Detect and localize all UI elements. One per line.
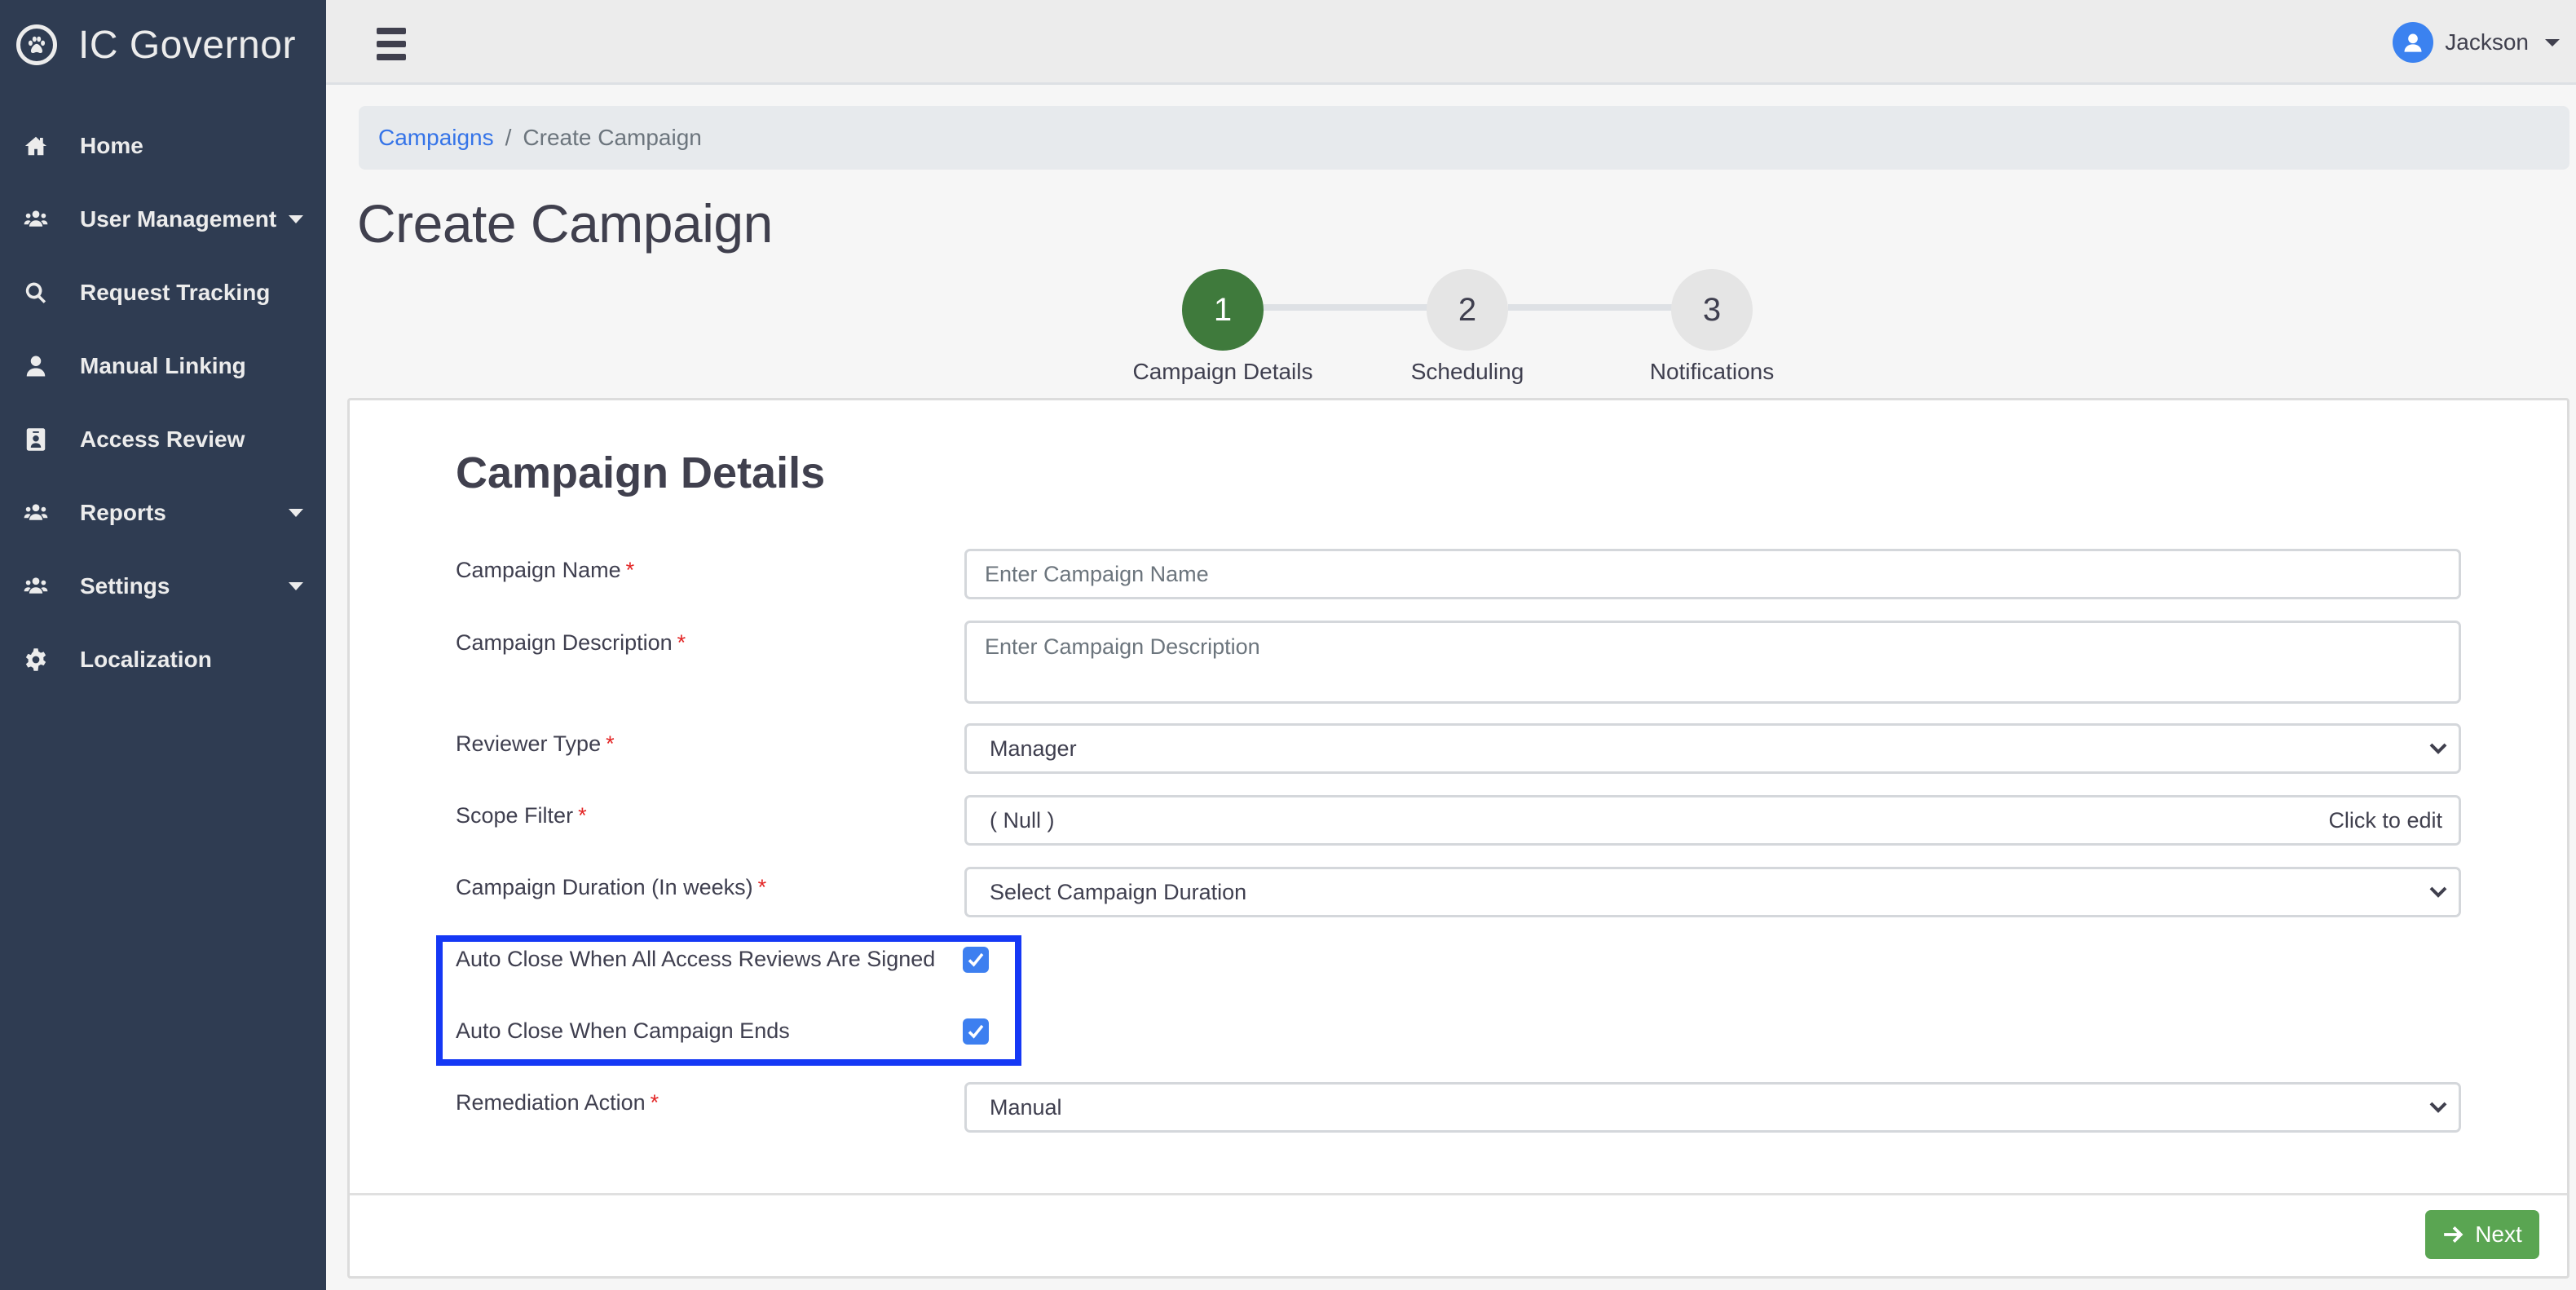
user-menu[interactable]: Jackson	[2393, 22, 2560, 63]
required-marker: *	[625, 558, 635, 582]
chevron-down-icon	[2429, 886, 2447, 898]
topbar: Jackson	[326, 0, 2576, 85]
sidebar-item-user-management[interactable]: User Management	[0, 183, 326, 256]
sidebar-item-reports[interactable]: Reports	[0, 476, 326, 550]
user-icon	[23, 353, 49, 379]
remediation-action-select[interactable]: Manual	[964, 1082, 2461, 1133]
sidebar-item-label: Settings	[80, 573, 170, 599]
sidebar-item-label: User Management	[80, 206, 277, 232]
users-icon	[23, 206, 49, 232]
sidebar-item-label: Reports	[80, 500, 166, 525]
breadcrumb: Campaigns / Create Campaign	[359, 106, 2569, 170]
campaign-duration-label: Campaign Duration (In weeks) *	[456, 875, 766, 900]
sidebar-nav: Home User Management Request Tracking Ma…	[0, 109, 326, 696]
sidebar-item-request-tracking[interactable]: Request Tracking	[0, 256, 326, 329]
campaign-details-card: Campaign Details Campaign Name * Enter Ca…	[347, 398, 2569, 1279]
checkmark-icon	[968, 1024, 984, 1039]
id-badge-icon	[23, 426, 49, 453]
brand[interactable]: IC Governor	[0, 0, 326, 90]
campaign-duration-select[interactable]: Select Campaign Duration	[964, 867, 2461, 917]
sidebar-item-home[interactable]: Home	[0, 109, 326, 183]
gear-icon	[23, 647, 49, 673]
sidebar-item-label: Localization	[80, 647, 212, 672]
caret-down-icon	[289, 582, 303, 590]
label-text: Campaign Name	[456, 558, 621, 582]
selected-value: Select Campaign Duration	[990, 879, 1247, 904]
user-name: Jackson	[2445, 29, 2529, 55]
step-campaign-details[interactable]: 1 Campaign Details	[1125, 269, 1321, 385]
selected-value: Manager	[990, 736, 1077, 761]
remediation-action-label: Remediation Action *	[456, 1090, 659, 1115]
step-notifications[interactable]: 3 Notifications	[1614, 269, 1810, 385]
step-number: 1	[1182, 269, 1264, 351]
label-text: Campaign Description	[456, 630, 673, 655]
auto-close-campaign-ends-checkbox[interactable]	[963, 1018, 989, 1045]
arrow-right-icon	[2444, 1226, 2464, 1244]
campaign-name-label: Campaign Name *	[456, 558, 634, 583]
step-number: 3	[1671, 269, 1753, 351]
next-button[interactable]: Next	[2425, 1210, 2539, 1259]
breadcrumb-current: Create Campaign	[523, 125, 702, 150]
auto-close-all-signed-label: Auto Close When All Access Reviews Are S…	[456, 947, 936, 971]
step-number: 2	[1427, 269, 1508, 351]
step-label: Scheduling	[1410, 359, 1524, 384]
app-title: IC Governor	[78, 23, 296, 67]
scope-filter-label: Scope Filter *	[456, 803, 587, 828]
hamburger-icon[interactable]	[377, 28, 406, 60]
card-body: Campaign Details Campaign Name * Enter Ca…	[350, 400, 2567, 1195]
chevron-down-icon	[2429, 743, 2447, 754]
sidebar-item-label: Access Review	[80, 426, 245, 452]
sidebar-item-localization[interactable]: Localization	[0, 623, 326, 696]
campaign-description-textarea[interactable]: Enter Campaign Description	[964, 621, 2461, 704]
auto-close-campaign-ends-label: Auto Close When Campaign Ends	[456, 1018, 790, 1043]
sidebar-item-settings[interactable]: Settings	[0, 550, 326, 623]
required-marker: *	[757, 875, 767, 899]
required-marker: *	[650, 1090, 659, 1115]
home-icon	[23, 133, 49, 159]
page-title: Create Campaign	[357, 193, 773, 254]
users-icon	[23, 500, 49, 526]
sidebar-item-label: Request Tracking	[80, 280, 271, 305]
section-title: Campaign Details	[456, 448, 826, 497]
reviewer-type-select[interactable]: Manager	[964, 723, 2461, 774]
next-button-label: Next	[2475, 1222, 2522, 1247]
selected-value: Manual	[990, 1094, 1062, 1120]
caret-down-icon	[289, 509, 303, 517]
label-text: Scope Filter	[456, 803, 574, 828]
search-icon	[23, 280, 49, 306]
required-marker: *	[578, 803, 587, 828]
scope-filter-field[interactable]: ( Null ) Click to edit	[964, 795, 2461, 846]
card-footer: Next	[350, 1193, 2567, 1276]
caret-down-icon	[2545, 38, 2560, 46]
sidebar-item-label: Home	[80, 133, 143, 158]
caret-down-icon	[289, 215, 303, 223]
sidebar-item-access-review[interactable]: Access Review	[0, 403, 326, 476]
required-marker: *	[677, 630, 686, 655]
breadcrumb-separator: /	[505, 125, 512, 150]
campaign-description-label: Campaign Description *	[456, 630, 686, 656]
paw-circle-icon	[16, 24, 57, 65]
chevron-down-icon	[2429, 1102, 2447, 1113]
sidebar: IC Governor Home User Management Request…	[0, 0, 326, 1290]
label-text: Remediation Action	[456, 1090, 646, 1115]
label-text: Campaign Duration (In weeks)	[456, 875, 753, 899]
step-scheduling[interactable]: 2 Scheduling	[1370, 269, 1565, 385]
step-label: Campaign Details	[1132, 359, 1313, 384]
reviewer-type-label: Reviewer Type *	[456, 731, 615, 757]
scope-filter-value: ( Null )	[990, 807, 1055, 833]
auto-close-all-signed-checkbox[interactable]	[963, 947, 989, 973]
stepper: 1 Campaign Details 2 Scheduling 3 Notifi…	[1125, 269, 1777, 385]
users-icon	[23, 573, 49, 599]
user-circle-icon	[2393, 22, 2434, 63]
sidebar-item-label: Manual Linking	[80, 353, 246, 378]
checkmark-icon	[968, 952, 984, 967]
breadcrumb-campaigns-link[interactable]: Campaigns	[378, 125, 494, 151]
step-label: Notifications	[1649, 359, 1775, 384]
sidebar-item-manual-linking[interactable]: Manual Linking	[0, 329, 326, 403]
click-to-edit-link[interactable]: Click to edit	[2328, 808, 2442, 833]
campaign-name-input[interactable]: Enter Campaign Name	[964, 549, 2461, 599]
label-text: Reviewer Type	[456, 731, 602, 756]
required-marker: *	[606, 731, 615, 756]
